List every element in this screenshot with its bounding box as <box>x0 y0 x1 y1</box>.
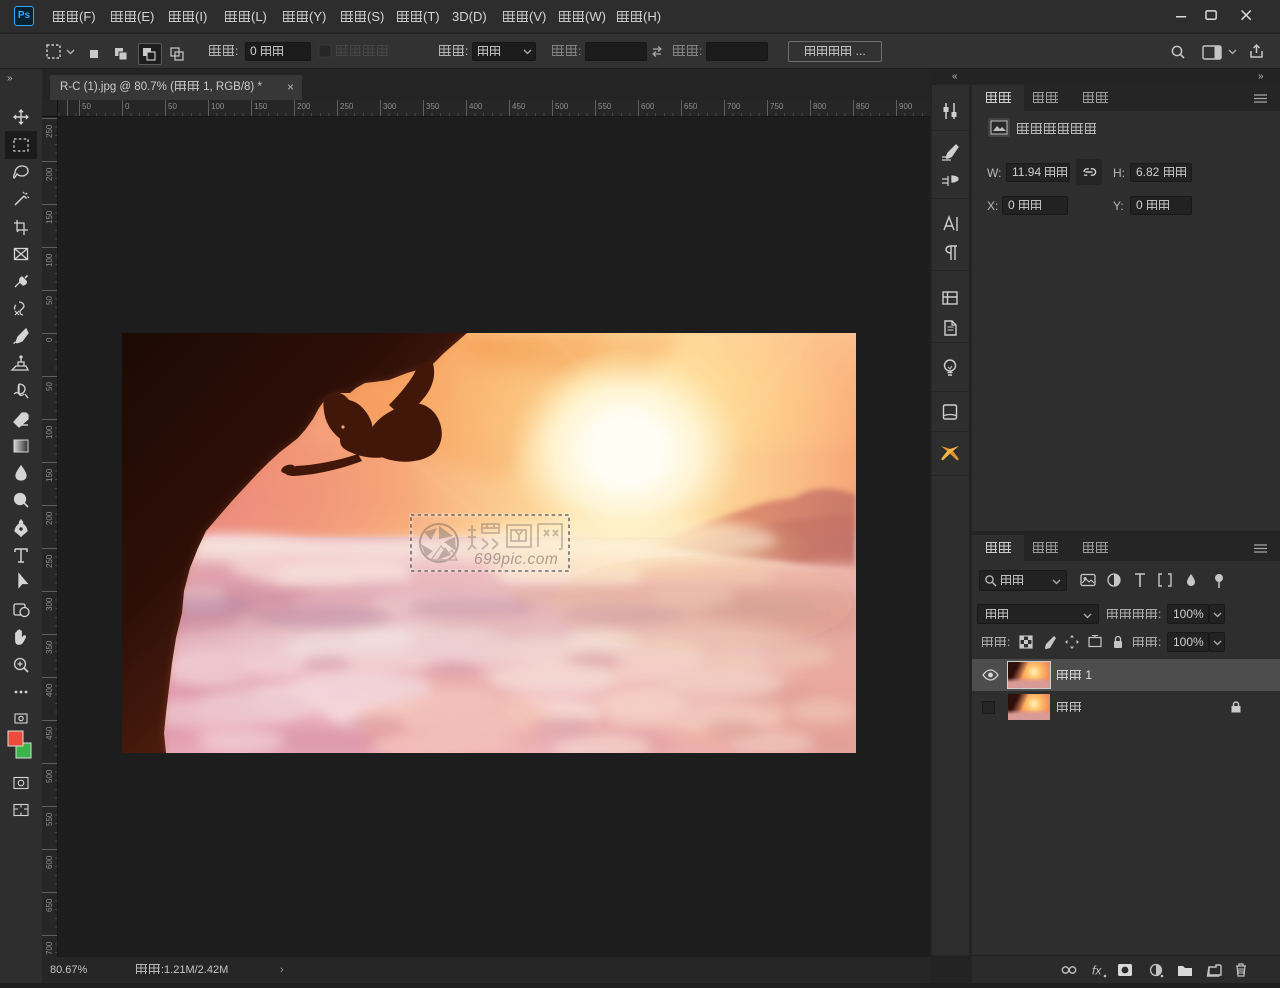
svg-text:fx: fx <box>1092 964 1102 978</box>
svg-text:699pic.com: 699pic.com <box>474 551 558 568</box>
